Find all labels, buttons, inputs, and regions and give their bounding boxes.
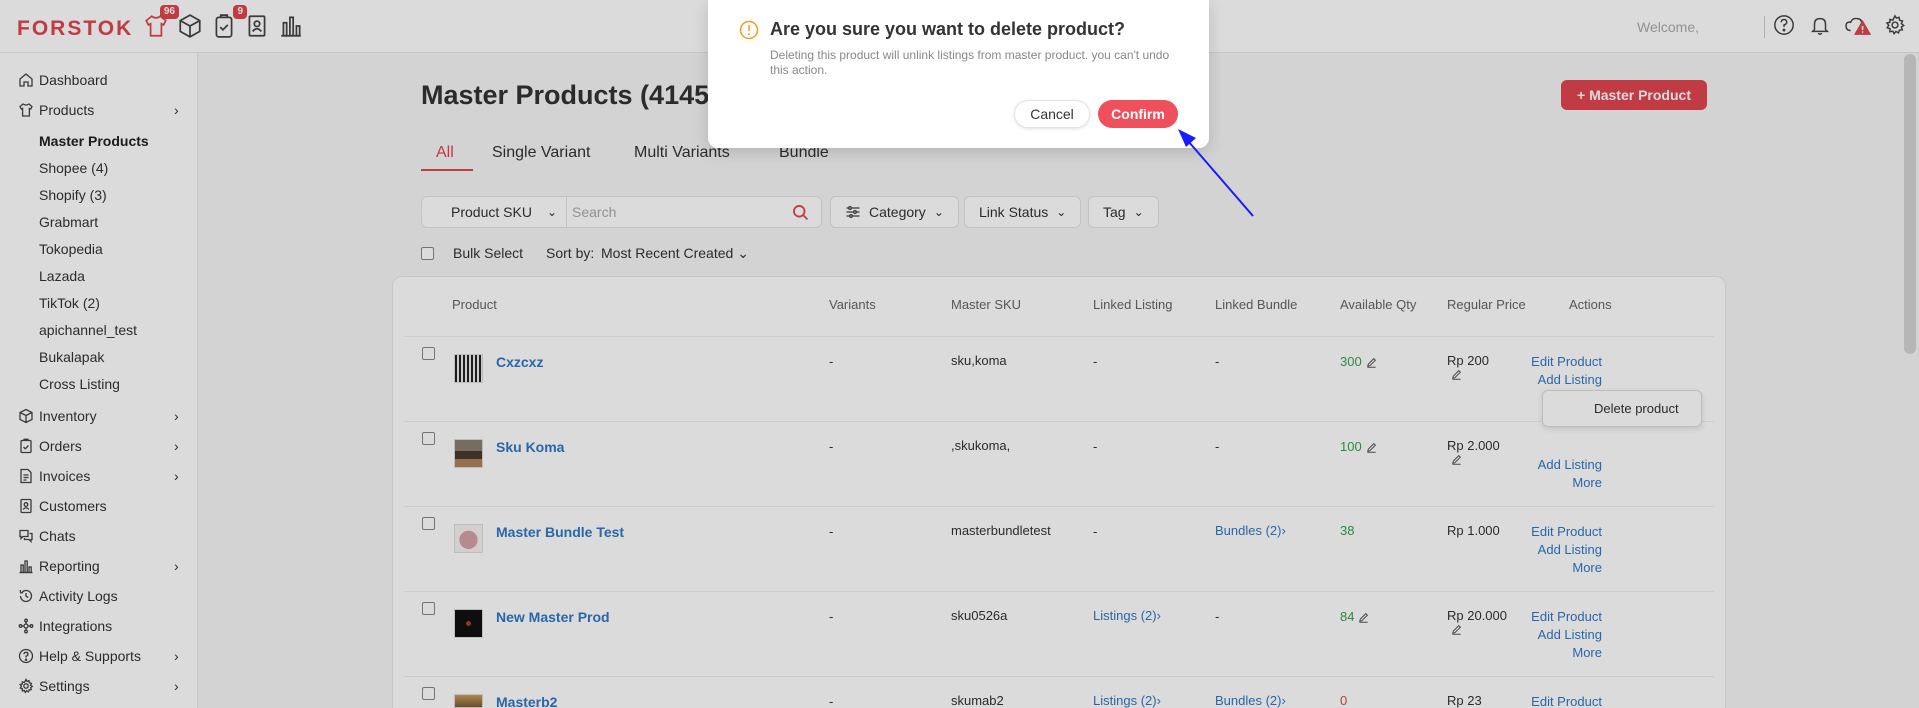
- annotation-arrow: [1178, 129, 1254, 217]
- warning-icon: [739, 20, 759, 40]
- delete-confirmation-modal: Are you sure you want to delete product?…: [708, 0, 1209, 148]
- cancel-button[interactable]: Cancel: [1014, 100, 1090, 128]
- modal-message: Deleting this product will unlink listin…: [770, 48, 1170, 77]
- modal-title: Are you sure you want to delete product?: [770, 19, 1126, 39]
- confirm-button[interactable]: Confirm: [1098, 100, 1178, 128]
